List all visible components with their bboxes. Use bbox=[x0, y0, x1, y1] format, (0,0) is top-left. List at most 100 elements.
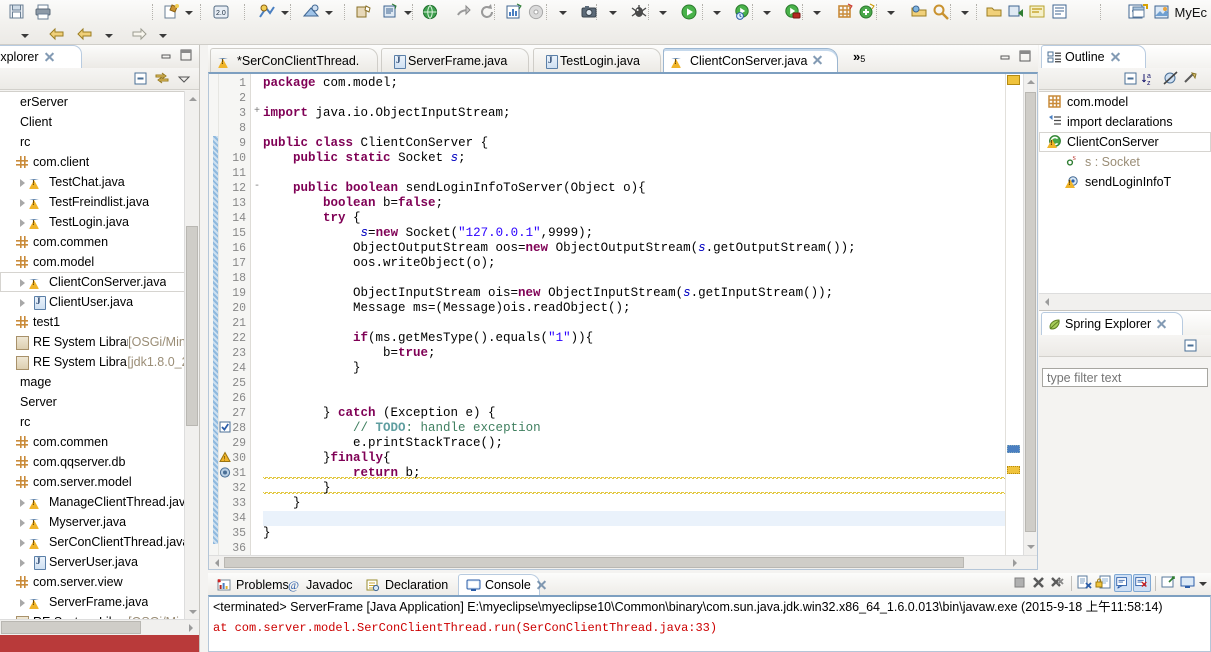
overview-warning-marker[interactable] bbox=[1007, 75, 1020, 85]
breakpoint-marker[interactable] bbox=[219, 466, 231, 479]
editor-scroll-left-button[interactable] bbox=[210, 556, 223, 569]
remove-all-terminated-icon[interactable] bbox=[1049, 574, 1067, 592]
spring-tree[interactable] bbox=[1039, 393, 1211, 570]
new-wizard-icon[interactable] bbox=[162, 2, 180, 22]
editor-scroll-thumb-horizontal[interactable] bbox=[224, 557, 964, 568]
show-console-on-error-icon[interactable] bbox=[1133, 574, 1151, 592]
overview-ruler[interactable] bbox=[1005, 74, 1023, 569]
remove-launch-icon[interactable] bbox=[1030, 574, 1048, 592]
undo-dropdown[interactable] bbox=[20, 25, 29, 45]
server-icon[interactable] bbox=[302, 2, 320, 22]
editor-tab-2[interactable]: TestLogin.java bbox=[533, 48, 661, 72]
explorer-tree[interactable]: erServerClientrccom.clientTestChat.javaT… bbox=[0, 91, 199, 636]
explorer-item-0[interactable]: erServer bbox=[0, 92, 199, 112]
scroll-right-button[interactable] bbox=[185, 621, 198, 634]
console-tab-javadoc[interactable]: @ Javadoc bbox=[280, 574, 358, 595]
tab-outline[interactable]: Outline bbox=[1041, 45, 1146, 68]
explorer-item-17[interactable]: com.commen bbox=[0, 432, 199, 452]
globe-icon[interactable] bbox=[421, 2, 439, 22]
back-icon[interactable] bbox=[76, 25, 94, 45]
link-with-editor-icon[interactable] bbox=[153, 70, 171, 90]
code-content[interactable]: package com.model; import java.io.Object… bbox=[263, 74, 1005, 569]
warning-marker[interactable]: ! bbox=[219, 451, 231, 464]
db-explorer-icon[interactable] bbox=[381, 2, 399, 22]
tab-spring-explorer[interactable]: Spring Explorer bbox=[1041, 312, 1183, 335]
cd-dropdown[interactable] bbox=[558, 2, 567, 22]
explorer-item-3[interactable]: com.client bbox=[0, 152, 199, 172]
expand-arrow-icon[interactable] bbox=[16, 215, 29, 229]
sort-alphabetically-icon[interactable]: az bbox=[1142, 71, 1159, 89]
collapse-all-icon[interactable] bbox=[132, 70, 149, 90]
explorer-item-8[interactable]: com.model bbox=[0, 252, 199, 272]
run-icon[interactable] bbox=[680, 2, 698, 22]
outline-item-4[interactable]: sendLoginInfoT bbox=[1039, 172, 1211, 192]
export-icon[interactable] bbox=[455, 2, 473, 22]
collapse-all-icon[interactable] bbox=[1122, 70, 1139, 90]
close-icon[interactable] bbox=[812, 55, 823, 66]
forward-icon[interactable] bbox=[130, 25, 148, 45]
explorer-item-2[interactable]: rc bbox=[0, 132, 199, 152]
hide-static-icon[interactable] bbox=[1182, 71, 1199, 89]
fold-toggle[interactable]: - bbox=[251, 179, 263, 194]
report-icon[interactable] bbox=[505, 2, 523, 22]
editor-horizontal-scrollbar[interactable] bbox=[209, 555, 1037, 569]
explorer-item-19[interactable]: com.server.model bbox=[0, 472, 199, 492]
overview-task-marker[interactable] bbox=[1007, 445, 1020, 453]
pin-console-icon[interactable] bbox=[1160, 574, 1178, 592]
scroll-thumb[interactable] bbox=[186, 226, 198, 426]
new-package-icon[interactable] bbox=[836, 2, 854, 22]
show-whitespace-icon[interactable] bbox=[1051, 2, 1069, 22]
explorer-item-9[interactable]: ClientConServer.java bbox=[0, 272, 199, 292]
snapshot-icon[interactable] bbox=[580, 2, 598, 22]
outline-tree[interactable]: com.model import declarations ClientConSer… bbox=[1039, 91, 1211, 293]
perspective-switcher[interactable]: MyEc bbox=[1131, 3, 1207, 21]
search-dropdown[interactable] bbox=[960, 2, 969, 22]
outline-item-2[interactable]: ClientConServer bbox=[1039, 132, 1211, 152]
folding-ruler[interactable]: + - bbox=[251, 74, 263, 569]
maximize-icon[interactable] bbox=[179, 49, 193, 65]
explorer-item-14[interactable]: mage bbox=[0, 372, 199, 392]
minimize-icon[interactable] bbox=[159, 50, 173, 65]
expand-arrow-icon[interactable] bbox=[16, 595, 29, 609]
explorer-item-15[interactable]: Server bbox=[0, 392, 199, 412]
outline-item-3[interactable]: Ss : Socket bbox=[1039, 152, 1211, 172]
display-selected-console-icon[interactable] bbox=[1179, 574, 1197, 592]
explorer-item-5[interactable]: TestFreindlist.java bbox=[0, 192, 199, 212]
explorer-item-18[interactable]: com.qqserver.db bbox=[0, 452, 199, 472]
save-icon[interactable] bbox=[8, 2, 26, 22]
close-icon[interactable] bbox=[1156, 319, 1167, 330]
fold-toggle[interactable]: + bbox=[251, 104, 263, 119]
console-tab-console[interactable]: Console bbox=[458, 574, 540, 595]
tab-explorer[interactable]: Explorer bbox=[0, 45, 82, 68]
db-explorer-dropdown[interactable] bbox=[403, 2, 412, 22]
expand-arrow-icon[interactable] bbox=[16, 275, 29, 289]
new-wizard-dropdown[interactable] bbox=[184, 2, 193, 22]
outline-item-1[interactable]: import declarations bbox=[1039, 112, 1211, 132]
editor-tab-1[interactable]: ServerFrame.java bbox=[381, 48, 529, 72]
new-class-dropdown[interactable] bbox=[886, 2, 895, 22]
print-icon[interactable] bbox=[34, 2, 52, 22]
outline-item-0[interactable]: com.model bbox=[1039, 92, 1211, 112]
explorer-item-4[interactable]: TestChat.java bbox=[0, 172, 199, 192]
explorer-item-22[interactable]: SerConClientThread.java bbox=[0, 532, 199, 552]
scroll-up-button[interactable] bbox=[186, 92, 199, 105]
more-tabs-button[interactable]: » 5 bbox=[853, 49, 865, 64]
outline-horizontal-scrollbar[interactable] bbox=[1039, 293, 1211, 310]
expand-arrow-icon[interactable] bbox=[16, 555, 29, 569]
explorer-item-11[interactable]: test1 bbox=[0, 312, 199, 332]
expand-arrow-icon[interactable] bbox=[16, 195, 29, 209]
expand-arrow-icon[interactable] bbox=[16, 175, 29, 189]
db-browser-icon[interactable] bbox=[355, 2, 373, 22]
explorer-item-6[interactable]: TestLogin.java bbox=[0, 212, 199, 232]
debug-icon[interactable] bbox=[630, 2, 648, 22]
expand-arrow-icon[interactable] bbox=[16, 535, 29, 549]
editor-minimize-icon[interactable] bbox=[998, 51, 1012, 66]
terminate-icon[interactable] bbox=[1011, 574, 1029, 592]
myeclipse-perspective-icon[interactable] bbox=[1153, 3, 1171, 21]
explorer-item-21[interactable]: Myserver.java bbox=[0, 512, 199, 532]
open-type-icon[interactable] bbox=[910, 2, 928, 22]
profile-dropdown[interactable] bbox=[812, 2, 821, 22]
editor-vertical-scrollbar[interactable] bbox=[1023, 74, 1037, 569]
scroll-down-button[interactable] bbox=[186, 605, 199, 618]
back-dropdown[interactable] bbox=[104, 25, 113, 45]
